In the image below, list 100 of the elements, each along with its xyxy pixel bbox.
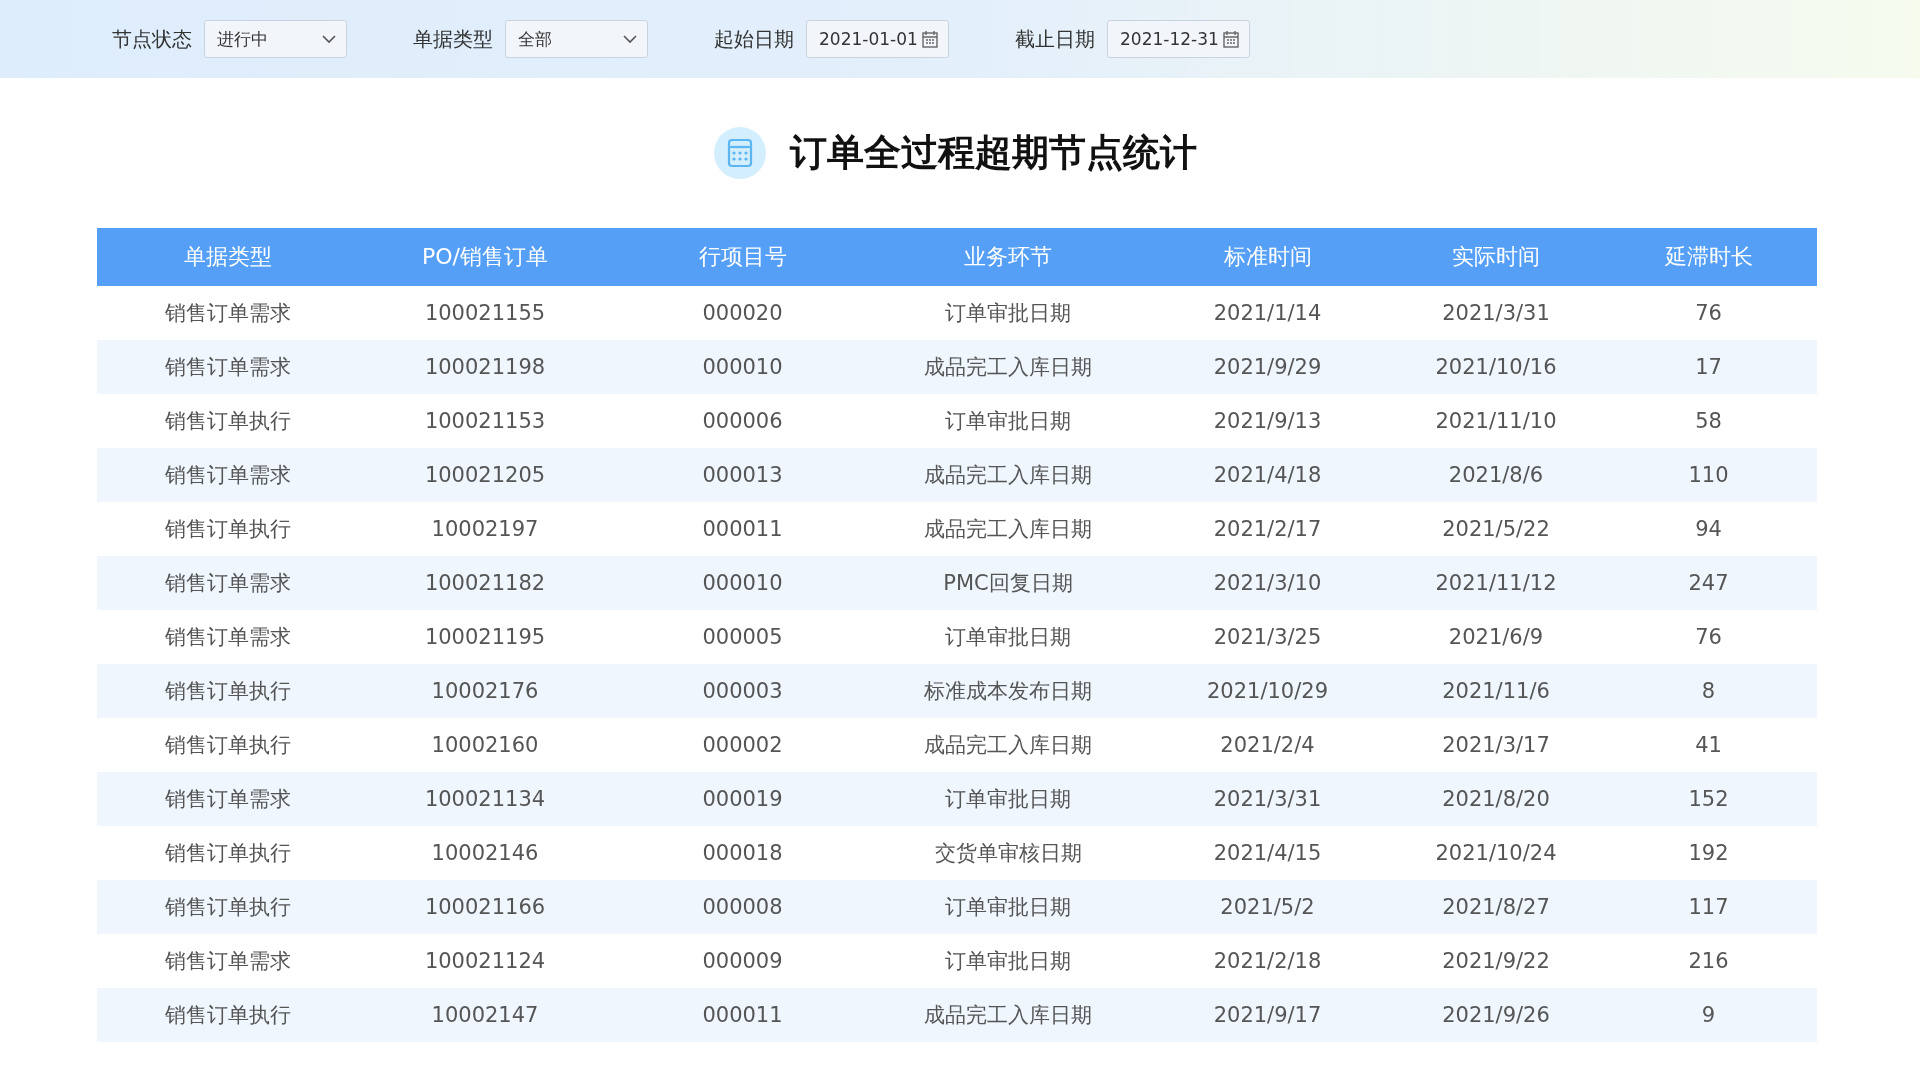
table-cell: 41 <box>1695 733 1722 757</box>
table-cell: 2021/2/17 <box>1213 517 1322 541</box>
table-cell: 2021/11/6 <box>1442 679 1550 703</box>
table-cell: 000011 <box>702 1003 783 1027</box>
table-cell-text: 销售订单执行 <box>164 732 291 759</box>
table-cell: 2021/8/27 <box>1442 895 1550 919</box>
table-cell: 152 <box>1688 787 1729 811</box>
table-cell-text: 标准成本发布日期 <box>924 678 1092 705</box>
date-field[interactable]: 2021-01-01 <box>806 20 949 58</box>
table-cell: 2021/9/29 <box>1213 355 1322 379</box>
table-cell-text: 销售订单需求 <box>164 624 291 651</box>
filter-label: 起始日期 <box>714 25 794 53</box>
table-cell: 2021/11/10 <box>1435 409 1557 433</box>
table-cell-text: 成品完工入库日期 <box>924 1002 1092 1029</box>
table-cell: 2021/9/17 <box>1213 1003 1322 1027</box>
table-cell: 2021/3/25 <box>1213 625 1322 649</box>
table-cell: 110 <box>1688 463 1729 487</box>
date-field[interactable]: 2021-12-31 <box>1107 20 1250 58</box>
table-cell: 94 <box>1695 517 1722 541</box>
table-cell-text: 订单审批日期 <box>945 786 1071 813</box>
table-cell: 000010 <box>702 355 783 379</box>
filter-label: 单据类型 <box>413 25 493 53</box>
table-cell: 000006 <box>702 409 783 433</box>
table-cell: 247 <box>1688 571 1729 595</box>
table-cell: 2021/10/29 <box>1206 679 1328 703</box>
table-cell: 2021/5/2 <box>1220 895 1315 919</box>
table-cell: 100021182 <box>424 571 546 595</box>
table-cell: 76 <box>1695 625 1722 649</box>
table-cell: 192 <box>1688 841 1729 865</box>
dropdown[interactable]: 全部 <box>505 20 648 58</box>
table-cell: 2021/3/17 <box>1442 733 1550 757</box>
table-cell: 10002146 <box>431 841 539 865</box>
table-cell-text: 成品完工入库日期 <box>924 354 1092 381</box>
table-cell: 000003 <box>702 679 783 703</box>
table-cell-text: 销售订单执行 <box>164 408 291 435</box>
table-cell-text: 订单审批日期 <box>945 408 1071 435</box>
table-cell: 2021/10/16 <box>1435 355 1557 379</box>
table-cell-text: 交货单审核日期 <box>934 840 1082 867</box>
table-cell: 9 <box>1701 1003 1716 1027</box>
chevron-down-icon <box>322 34 336 44</box>
table-cell: 2021/8/6 <box>1448 463 1544 487</box>
chevron-down-icon <box>623 34 637 44</box>
table-cell: 2021/9/22 <box>1442 949 1550 973</box>
table-cell: 000020 <box>702 301 783 325</box>
table-cell: 2021/9/13 <box>1213 409 1322 433</box>
table-cell: 2021/8/20 <box>1442 787 1550 811</box>
table-cell: 17 <box>1695 355 1722 379</box>
table-cell: 000013 <box>702 463 783 487</box>
table-cell-text: 成品完工入库日期 <box>924 462 1092 489</box>
table-cell: 2021/6/9 <box>1448 625 1544 649</box>
table-cell: 10002176 <box>431 679 539 703</box>
table-cell: 2021/5/22 <box>1442 517 1550 541</box>
table-cell-text: 订单审批日期 <box>945 894 1071 921</box>
table-cell: 000002 <box>702 733 783 757</box>
column-header: 单据类型 <box>183 243 272 271</box>
table-cell: 100021153 <box>424 409 546 433</box>
calendar-icon <box>922 30 938 48</box>
column-header: 标准时间 <box>1223 243 1312 271</box>
table-cell: 000009 <box>702 949 783 973</box>
table-cell-text: 销售订单执行 <box>164 894 291 921</box>
table-cell: 000008 <box>702 895 783 919</box>
table-cell-text: 销售订单执行 <box>164 840 291 867</box>
table-cell: 117 <box>1688 895 1729 919</box>
table-cell: 2021/2/18 <box>1213 949 1322 973</box>
table-cell: 2021/2/4 <box>1220 733 1315 757</box>
table-cell: 100021124 <box>424 949 546 973</box>
table-cell: 100021195 <box>424 625 546 649</box>
table-cell: 8 <box>1701 679 1716 703</box>
table-cell: 10002147 <box>431 1003 539 1027</box>
table-cell: 000011 <box>702 517 783 541</box>
filter-label: 节点状态 <box>112 25 192 53</box>
column-header: 实际时间 <box>1452 243 1540 271</box>
table-cell: 2021/9/26 <box>1442 1003 1550 1027</box>
table-cell: 10002197 <box>431 517 539 541</box>
table-cell: 2021/3/31 <box>1442 301 1550 325</box>
table-cell-text: 销售订单需求 <box>164 786 291 813</box>
table-cell-text: 销售订单需求 <box>164 354 291 381</box>
calendar-icon <box>1223 30 1239 48</box>
report-title: 订单全过程超期节点统计 <box>789 130 1197 176</box>
table-cell: 2021/10/24 <box>1435 841 1557 865</box>
table-cell: 2021/3/10 <box>1213 571 1322 595</box>
column-header: 行项目号 <box>698 243 787 271</box>
column-header: 业务环节 <box>964 243 1052 271</box>
table-cell-text: 销售订单执行 <box>164 678 291 705</box>
table-cell: 100021155 <box>424 301 546 325</box>
table-cell: 2021/11/12 <box>1435 571 1557 595</box>
table-cell: 216 <box>1688 949 1729 973</box>
column-header: PO/销售订单 <box>422 243 548 271</box>
table-cell: 58 <box>1695 409 1722 433</box>
table-cell-text: 销售订单需求 <box>164 570 291 597</box>
table-cell-text: PMC回复日期 <box>943 570 1073 597</box>
filter-label: 截止日期 <box>1015 25 1095 53</box>
table-cell: 100021134 <box>424 787 546 811</box>
table-cell: 100021205 <box>424 463 546 487</box>
table-cell: 000010 <box>702 571 783 595</box>
table-cell: 000005 <box>702 625 783 649</box>
table-cell: 2021/1/14 <box>1213 301 1322 325</box>
dropdown[interactable]: 进行中 <box>204 20 347 58</box>
table-cell-text: 成品完工入库日期 <box>924 516 1092 543</box>
table-cell-text: 成品完工入库日期 <box>924 732 1092 759</box>
